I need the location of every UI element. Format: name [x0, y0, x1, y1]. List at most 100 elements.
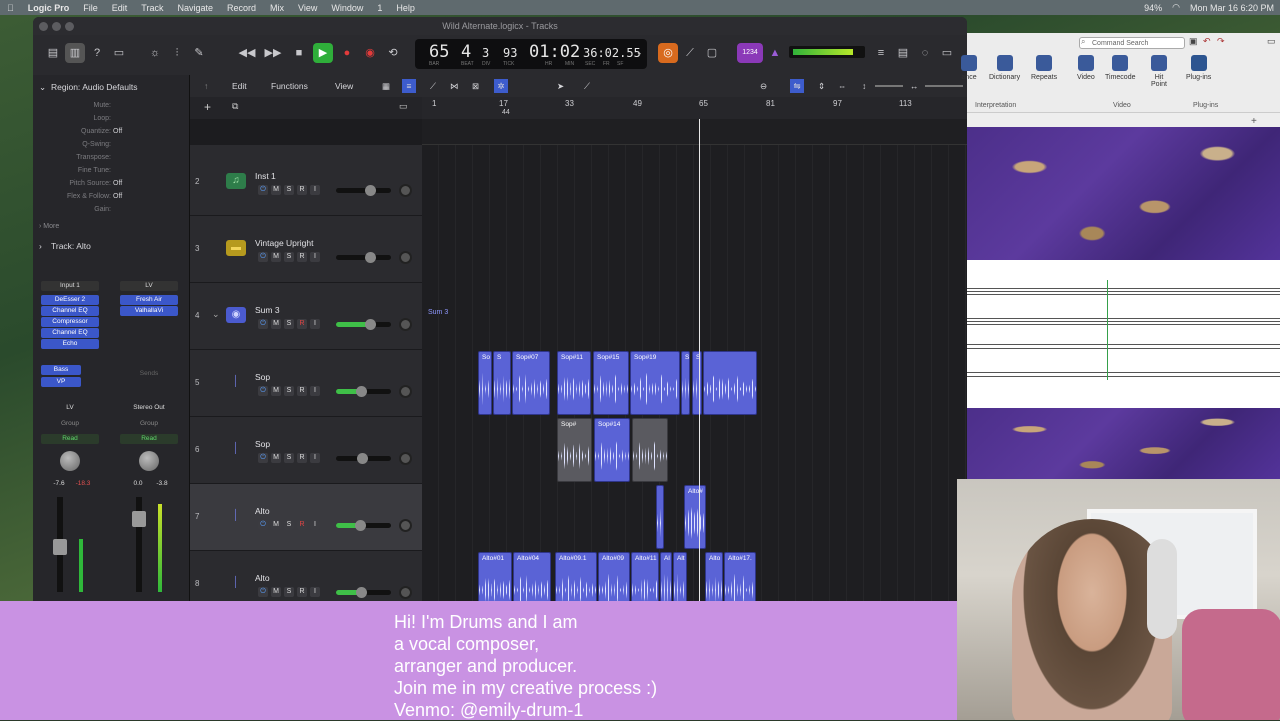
strip1-fader-handle[interactable]	[53, 539, 67, 555]
expand-icon[interactable]: ▭	[1267, 36, 1276, 47]
menu-app[interactable]: Logic Pro	[21, 3, 77, 13]
track-pan-knob[interactable]	[399, 519, 412, 532]
strip1-pan-knob[interactable]	[60, 451, 80, 471]
mute-button[interactable]: M	[271, 587, 281, 597]
snap-icon[interactable]: ✲	[494, 79, 508, 93]
vertical-zoom-slider[interactable]	[875, 85, 903, 87]
capture-record-icon[interactable]: ◉	[360, 43, 380, 63]
marker-lane[interactable]	[422, 119, 967, 145]
power-icon[interactable]: ⏻	[258, 453, 268, 463]
stop-button[interactable]: ■	[289, 43, 309, 63]
audio-region[interactable]: Al	[660, 552, 672, 601]
param-qswing[interactable]: Q-Swing:	[33, 138, 183, 151]
param-flexfollow[interactable]: Flex & Follow: Off	[33, 190, 183, 203]
track-pan-knob[interactable]	[399, 251, 412, 264]
track-header-7[interactable]: 7 │ Alto ⏻ M S R I	[190, 484, 422, 551]
input-monitor-button[interactable]: I	[310, 185, 320, 195]
track-name[interactable]: Sum 3	[255, 305, 280, 315]
record-enable-button[interactable]: R	[297, 520, 307, 530]
track-header-5[interactable]: 5 │ Sop ⏻ M S R I	[190, 350, 422, 417]
strip2-volume[interactable]: 0.0	[126, 479, 150, 489]
audio-region[interactable]: Sop#	[557, 418, 592, 482]
mute-button[interactable]: M	[271, 453, 281, 463]
lcd-dropdown-icon[interactable]: ⌄	[636, 48, 643, 57]
track-header-6[interactable]: 6 │ Sop ⏻ M S R I	[190, 417, 422, 484]
audio-region[interactable]: Sop#11	[557, 351, 591, 415]
horizontal-zoom-slider[interactable]	[925, 85, 963, 87]
audio-region[interactable]	[656, 485, 664, 549]
param-pitchsource[interactable]: Pitch Source: Off	[33, 177, 183, 190]
browser-icon[interactable]: ▭	[937, 43, 957, 63]
tuner-icon[interactable]: ◎	[658, 43, 678, 63]
track-instrument-icon[interactable]: │	[226, 508, 246, 524]
power-icon[interactable]: ⏻	[258, 386, 268, 396]
track-header-4[interactable]: 4 ◉ Sum 3 ⏻ M S R I ⌄	[190, 283, 422, 350]
record-enable-button[interactable]: R	[297, 319, 307, 329]
audio-region[interactable]: Alto	[705, 552, 723, 601]
audio-region[interactable]: Alto#09	[598, 552, 630, 601]
playhead[interactable]	[699, 119, 700, 601]
grid-view-icon[interactable]: ▦	[382, 79, 390, 93]
track-instrument-icon[interactable]: │	[226, 374, 246, 390]
audio-region[interactable]: Sop#14	[594, 418, 630, 482]
zoom-button[interactable]	[65, 22, 74, 31]
global-tracks-icon[interactable]: ▭	[399, 101, 408, 112]
ribbon-plugins[interactable]: Plug-ins	[1186, 55, 1211, 81]
track-header-8[interactable]: 8 │ Alto ⏻ M S R I	[190, 551, 422, 601]
ribbon-timecode[interactable]: Timecode	[1105, 55, 1135, 81]
power-icon[interactable]: ⏻	[258, 587, 268, 597]
track-name[interactable]: Alto	[255, 506, 270, 516]
strip1-plugin-1[interactable]: DeEsser 2	[41, 295, 99, 305]
strip1-automation[interactable]: Read	[41, 434, 99, 444]
strip1-send-2[interactable]: VP	[41, 377, 81, 387]
track-volume-fader[interactable]	[336, 587, 391, 598]
menu-file[interactable]: File	[76, 3, 105, 13]
solo-button[interactable]: S	[284, 185, 294, 195]
record-button[interactable]: ●	[337, 43, 357, 63]
track-pan-knob[interactable]	[399, 318, 412, 331]
track-volume-fader[interactable]	[336, 386, 391, 397]
smart-controls-icon[interactable]: ☼	[145, 43, 165, 63]
menu-record[interactable]: Record	[220, 3, 263, 13]
region-header[interactable]: ⌄ Region: Audio Defaults	[33, 79, 190, 95]
close-button[interactable]	[39, 22, 48, 31]
flex-icon[interactable]: ⋈	[450, 79, 459, 93]
power-icon[interactable]: ⏻	[258, 520, 268, 530]
track-instrument-icon[interactable]: ♫	[226, 173, 246, 189]
waveform-zoom-icon[interactable]: ⇋	[790, 79, 804, 93]
height-icon[interactable]: ↕	[862, 79, 866, 93]
input-monitor-button[interactable]: I	[310, 319, 320, 329]
power-icon[interactable]: ⏻	[258, 252, 268, 262]
audio-region[interactable]: Alto#09.1	[555, 552, 597, 601]
record-enable-button[interactable]: R	[297, 252, 307, 262]
ribbon-repeats[interactable]: Repeats	[1031, 55, 1057, 81]
input-monitor-button[interactable]: I	[310, 520, 320, 530]
notepad-icon[interactable]: ▤	[893, 43, 913, 63]
audio-region[interactable]	[632, 418, 668, 482]
strip1-plugin-4[interactable]: Channel EQ	[41, 328, 99, 338]
audio-region[interactable]: Alt	[673, 552, 687, 601]
strip1-send-1[interactable]: Bass	[41, 365, 81, 375]
menu-1[interactable]: 1	[370, 3, 389, 13]
track-name[interactable]: Alto	[255, 573, 270, 583]
help-icon[interactable]: ?	[87, 43, 107, 63]
menu-mix[interactable]: Mix	[263, 3, 291, 13]
functions-menu[interactable]: Functions	[271, 79, 308, 93]
fader-thumb[interactable]	[365, 319, 377, 330]
automation-icon[interactable]: ⟋	[430, 79, 436, 93]
param-quantize[interactable]: Quantize: Off	[33, 125, 183, 138]
audio-region[interactable]: Alto#17.	[724, 552, 756, 601]
toolbar-icon[interactable]: ▭	[109, 43, 129, 63]
record-enable-button[interactable]: R	[297, 587, 307, 597]
mute-button[interactable]: M	[271, 252, 281, 262]
track-volume-fader[interactable]	[336, 453, 391, 464]
strip1-group[interactable]: Group	[41, 419, 99, 429]
loop-browser-icon[interactable]: ◌	[915, 43, 935, 63]
menu-navigate[interactable]: Navigate	[170, 3, 220, 13]
strip2-group[interactable]: Group	[120, 419, 178, 429]
track-volume-fader[interactable]	[336, 319, 391, 330]
key-signature-badge[interactable]: 1234	[737, 43, 763, 63]
catch-icon[interactable]: ⊠	[472, 79, 479, 93]
save-icon[interactable]: ▣	[1189, 36, 1198, 47]
fader-thumb[interactable]	[365, 185, 377, 196]
